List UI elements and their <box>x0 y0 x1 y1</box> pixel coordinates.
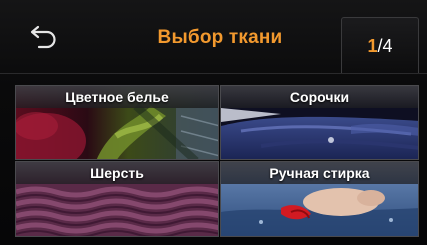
back-arrow-icon <box>30 25 56 49</box>
header-divider <box>0 73 427 74</box>
fabric-option-shirts[interactable]: Сорочки <box>220 85 419 160</box>
page-current: 1 <box>367 35 378 56</box>
fabric-option-wool[interactable]: Шерсть <box>15 161 219 237</box>
page-total: /4 <box>377 35 393 56</box>
back-button[interactable] <box>22 20 66 56</box>
tile-label: Сорочки <box>221 86 418 108</box>
tile-label: Шерсть <box>16 162 218 184</box>
tile-label: Цветное белье <box>16 86 218 108</box>
page-indicator: 1/4 <box>341 17 419 74</box>
fabric-selection-screen: Выбор ткани 1/4 Цветное белье Сорочки Ше… <box>0 0 427 245</box>
fabric-option-colored[interactable]: Цветное белье <box>15 85 219 160</box>
fabric-option-hand-wash[interactable]: Ручная стирка <box>220 161 419 237</box>
page-title: Выбор ткани <box>157 27 283 48</box>
tile-label: Ручная стирка <box>221 162 418 184</box>
header-bar: Выбор ткани 1/4 <box>0 0 427 80</box>
